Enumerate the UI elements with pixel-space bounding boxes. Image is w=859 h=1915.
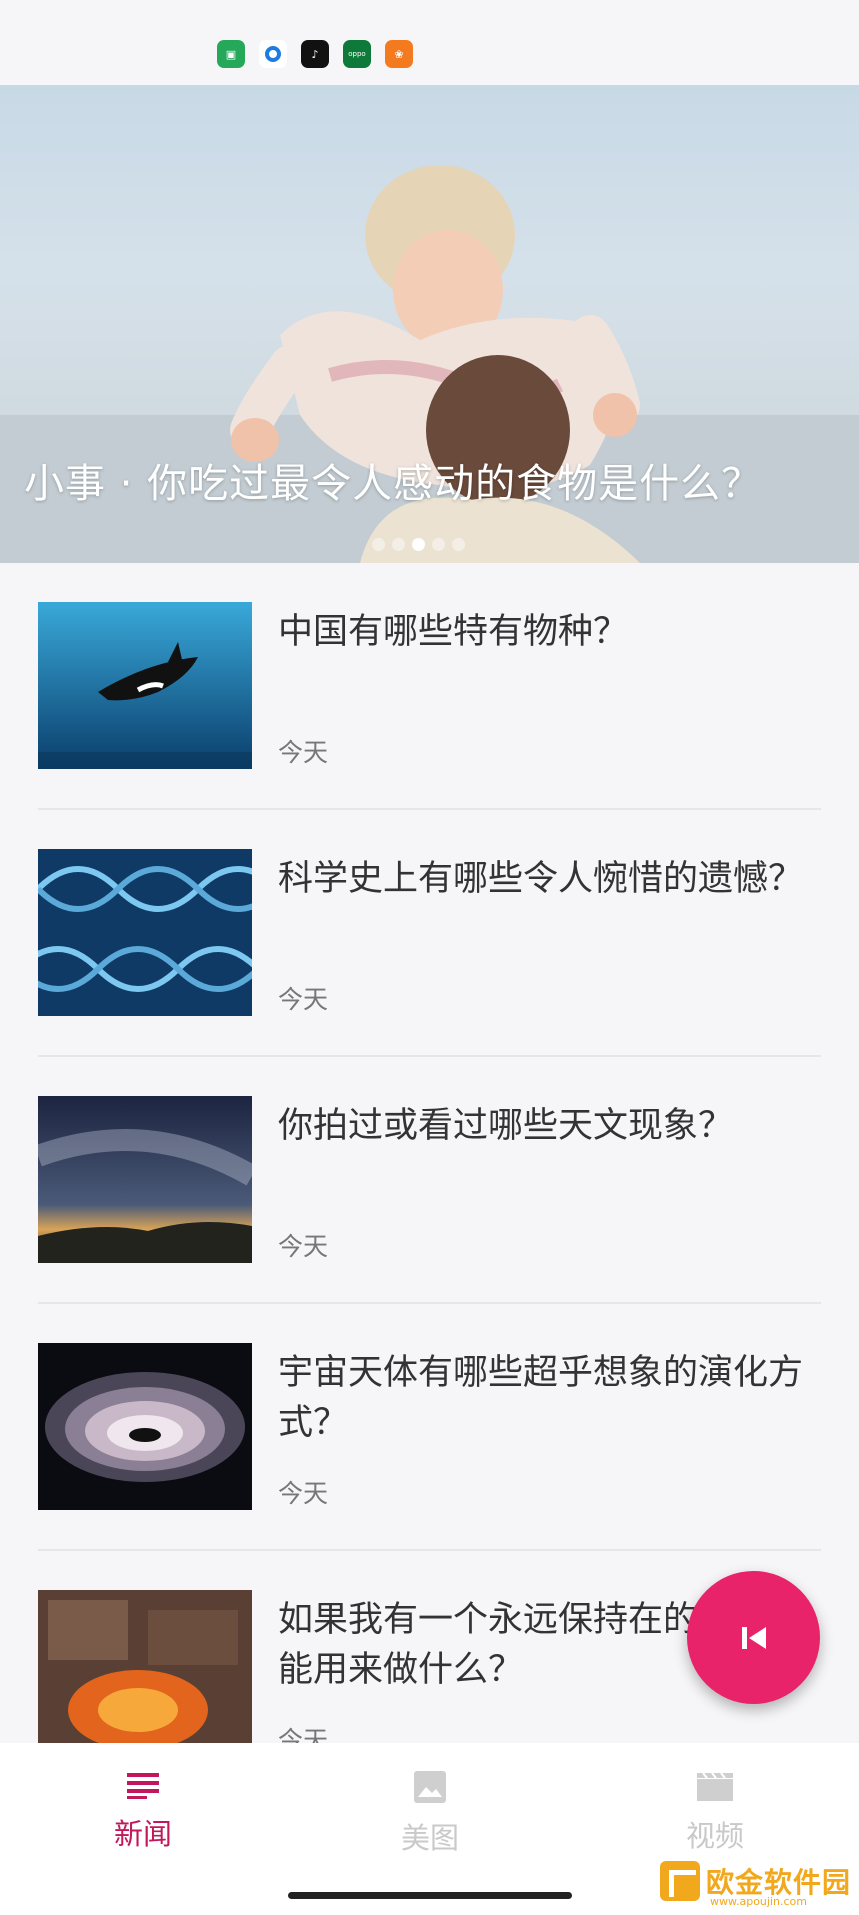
banner-carousel[interactable]: 小事 · 你吃过最令人感动的食物是什么？: [0, 85, 859, 563]
notification-icons: ▣ ♪ oppo ❀: [217, 40, 413, 68]
carousel-dot: [432, 538, 445, 551]
nav-label: 视频: [685, 1819, 744, 1853]
carousel-indicator: [372, 538, 465, 551]
store-icon: ▣: [217, 40, 245, 68]
news-title: 中国有哪些特有物种？: [278, 612, 629, 652]
nav-news[interactable]: 新闻: [63, 1771, 223, 1853]
skip-previous-button[interactable]: [687, 1571, 820, 1704]
news-date: 今天: [278, 1726, 329, 1743]
carousel-dot-active: [412, 538, 425, 551]
news-item[interactable]: 宇宙天体有哪些超乎想象的演化方式？ 今天: [0, 1304, 859, 1551]
watermark: 欧金软件园 www.apoujin.com: [660, 1861, 851, 1908]
image-icon: [414, 1771, 446, 1803]
dna-image: [38, 849, 252, 1016]
lava-image: [38, 1590, 252, 1743]
news-date: 今天: [278, 985, 329, 1014]
orca-image: [38, 602, 252, 769]
news-item[interactable]: 中国有哪些特有物种？ 今天: [0, 563, 859, 810]
carousel-dot: [452, 538, 465, 551]
status-bar: ▣ ♪ oppo ❀: [0, 0, 859, 85]
vortex-image: [38, 1343, 252, 1510]
watermark-url: www.apoujin.com: [710, 1895, 807, 1908]
news-list[interactable]: 中国有哪些特有物种？ 今天 科学史上有哪些令人惋惜的遗憾？ 今天 你拍过或看过哪…: [0, 563, 859, 1743]
news-date: 今天: [278, 1232, 329, 1261]
paw-app-icon: ❀: [385, 40, 413, 68]
news-item[interactable]: 你拍过或看过哪些天文现象？ 今天: [0, 1057, 859, 1304]
carousel-dot: [392, 538, 405, 551]
skip-previous-icon: [741, 1626, 766, 1649]
nav-images[interactable]: 美图: [350, 1771, 510, 1857]
home-indicator[interactable]: [288, 1892, 572, 1899]
carousel-dot: [372, 538, 385, 551]
oppo-icon: oppo: [343, 40, 371, 68]
news-date: 今天: [278, 1479, 329, 1508]
list-icon: [127, 1773, 159, 1799]
news-date: 今天: [278, 738, 329, 767]
news-item[interactable]: 科学史上有哪些令人惋惜的遗憾？ 今天: [0, 810, 859, 1057]
nav-label: 新闻: [113, 1817, 172, 1851]
banner-title[interactable]: 小事 · 你吃过最令人感动的食物是什么？: [24, 451, 762, 509]
tiktok-icon: ♪: [301, 40, 329, 68]
news-title: 科学史上有哪些令人惋惜的遗憾？: [278, 859, 804, 899]
milky-way-image: [38, 1096, 252, 1263]
news-title: 你拍过或看过哪些天文现象？: [278, 1106, 734, 1146]
news-title: 宇宙天体有哪些超乎想象的演化方式？: [278, 1353, 804, 1443]
nav-video[interactable]: 视频: [635, 1771, 795, 1855]
film-icon: [697, 1772, 733, 1801]
nav-label: 美图: [400, 1821, 459, 1855]
watermark-logo-icon: [660, 1861, 700, 1901]
circle-app-icon: [259, 40, 287, 68]
